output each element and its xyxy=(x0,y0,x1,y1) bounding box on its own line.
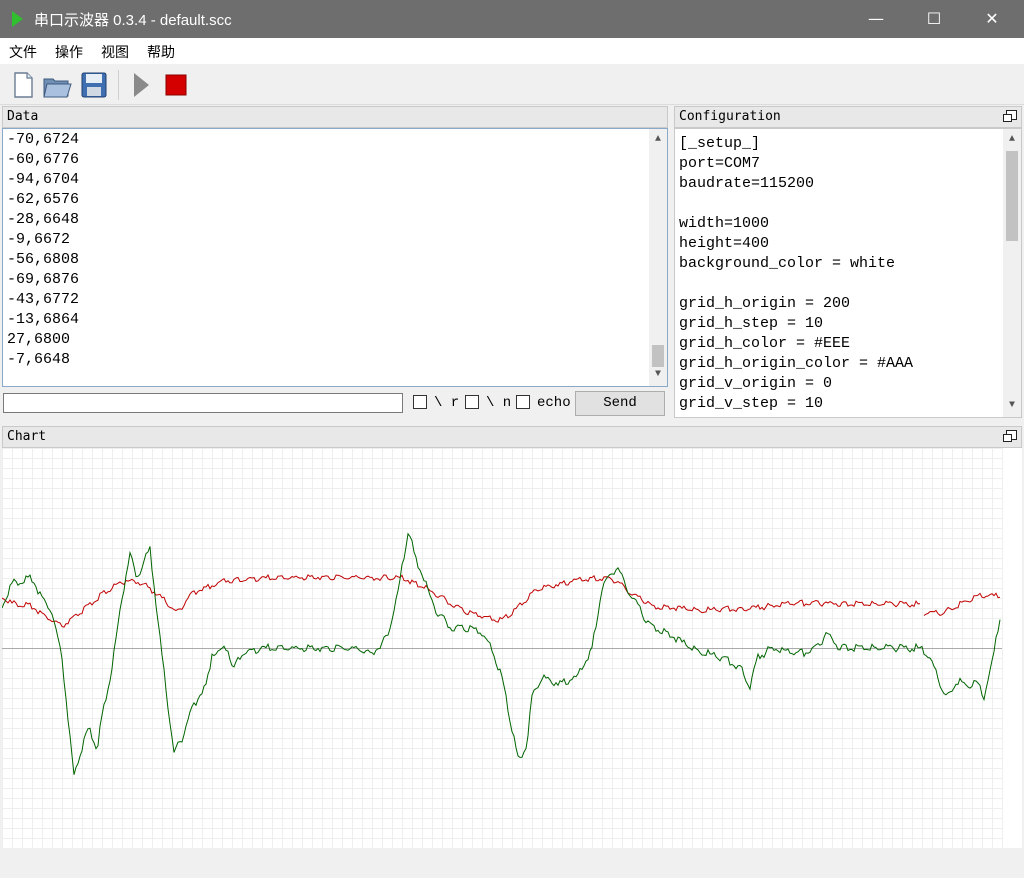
config-line: grid_v_step = 10 xyxy=(679,395,824,412)
config-line: grid_h_step = 10 xyxy=(679,315,824,332)
data-panel-header: Data xyxy=(2,106,668,128)
data-line: -28,6648 xyxy=(7,211,80,228)
echo-label: echo xyxy=(537,395,571,411)
data-line: 27,6800 xyxy=(7,331,71,348)
data-line: -56,6808 xyxy=(7,251,80,268)
waveform-red xyxy=(1,574,1001,628)
data-line: -60,6776 xyxy=(7,151,80,168)
cr-checkbox[interactable] xyxy=(413,395,427,409)
config-line xyxy=(675,194,1021,214)
config-line: grid_h_color = #EEE xyxy=(679,335,851,352)
config-line: height=400 xyxy=(679,235,770,252)
scroll-down-icon[interactable]: ▼ xyxy=(1003,397,1021,415)
toolbar xyxy=(0,64,1024,105)
menu-view[interactable]: 视图 xyxy=(101,42,129,62)
send-input[interactable] xyxy=(3,393,403,413)
title-bar: 串口示波器 0.3.4 - default.scc — ☐ ✕ xyxy=(0,0,1024,38)
cr-label: \ r xyxy=(434,395,460,411)
data-line: -94,6704 xyxy=(7,171,80,188)
menu-bar: 文件 操作 视图 帮助 xyxy=(0,38,1024,64)
data-line: -62,6576 xyxy=(7,191,80,208)
stop-icon[interactable] xyxy=(161,70,191,100)
config-line: grid_v_origin = 0 xyxy=(679,375,833,392)
status-bar xyxy=(0,850,1024,878)
menu-file[interactable]: 文件 xyxy=(9,42,37,62)
config-line: grid_h_origin = 200 xyxy=(679,295,851,312)
config-panel-title: Configuration xyxy=(679,109,781,124)
data-textarea[interactable]: -70,6724 -60,6776 -94,6704 -62,6576 -28,6648… xyxy=(2,128,668,387)
play-icon[interactable] xyxy=(127,70,157,100)
lf-checkbox[interactable] xyxy=(465,395,479,409)
maximize-button[interactable]: ☐ xyxy=(905,0,963,38)
chart-panel-title: Chart xyxy=(7,429,47,444)
config-line: background_color = white xyxy=(679,255,896,272)
scroll-down-icon[interactable]: ▼ xyxy=(649,366,667,384)
app-play-icon xyxy=(12,11,23,27)
data-panel-title: Data xyxy=(7,109,39,124)
scroll-thumb[interactable] xyxy=(652,345,664,367)
lf-label: \ n xyxy=(486,395,512,411)
config-lines: [_setup_] port=COM7 baudrate=115200 width=1… xyxy=(675,134,1021,414)
chart-area xyxy=(1,448,1022,849)
float-window-icon[interactable] xyxy=(1003,110,1017,122)
data-lines: -70,6724 -60,6776 -94,6704 -62,6576 -28,6648… xyxy=(3,130,667,370)
window-title: 串口示波器 0.3.4 - default.scc xyxy=(34,12,232,29)
data-line: -13,6864 xyxy=(7,311,80,328)
data-line: -9,6672 xyxy=(7,231,71,248)
open-folder-icon[interactable] xyxy=(42,70,72,100)
config-line: grid_h_origin_color = #AAA xyxy=(679,355,914,372)
config-line xyxy=(675,274,1021,294)
data-line: -69,6876 xyxy=(7,271,80,288)
config-textarea[interactable]: [_setup_] port=COM7 baudrate=115200 width=1… xyxy=(674,128,1022,418)
minimize-button[interactable]: — xyxy=(847,0,905,38)
config-line: baudrate=115200 xyxy=(679,175,815,192)
scroll-up-icon[interactable]: ▲ xyxy=(1003,131,1021,149)
save-disk-icon[interactable] xyxy=(79,70,109,100)
config-line: width=1000 xyxy=(679,215,770,232)
config-scrollbar[interactable]: ▲ ▼ xyxy=(1003,129,1021,417)
chart-canvas xyxy=(1,448,1003,849)
data-scrollbar[interactable]: ▲ ▼ xyxy=(649,129,667,386)
float-window-icon[interactable] xyxy=(1003,430,1017,442)
data-line: -43,6772 xyxy=(7,291,80,308)
send-button[interactable]: Send xyxy=(575,391,665,416)
scroll-thumb[interactable] xyxy=(1006,151,1018,241)
chart-panel-header: Chart xyxy=(2,426,1022,448)
data-line: -70,6724 xyxy=(7,131,80,148)
menu-operation[interactable]: 操作 xyxy=(55,42,83,62)
echo-checkbox[interactable] xyxy=(516,395,530,409)
config-line: [_setup_] xyxy=(679,135,761,152)
config-panel-header: Configuration xyxy=(674,106,1022,128)
data-line: -7,6648 xyxy=(7,351,71,368)
menu-help[interactable]: 帮助 xyxy=(147,42,175,62)
scroll-up-icon[interactable]: ▲ xyxy=(649,131,667,149)
new-file-icon[interactable] xyxy=(8,70,38,100)
toolbar-separator xyxy=(118,70,119,100)
config-line: port=COM7 xyxy=(679,155,761,172)
close-button[interactable]: ✕ xyxy=(963,0,1021,38)
